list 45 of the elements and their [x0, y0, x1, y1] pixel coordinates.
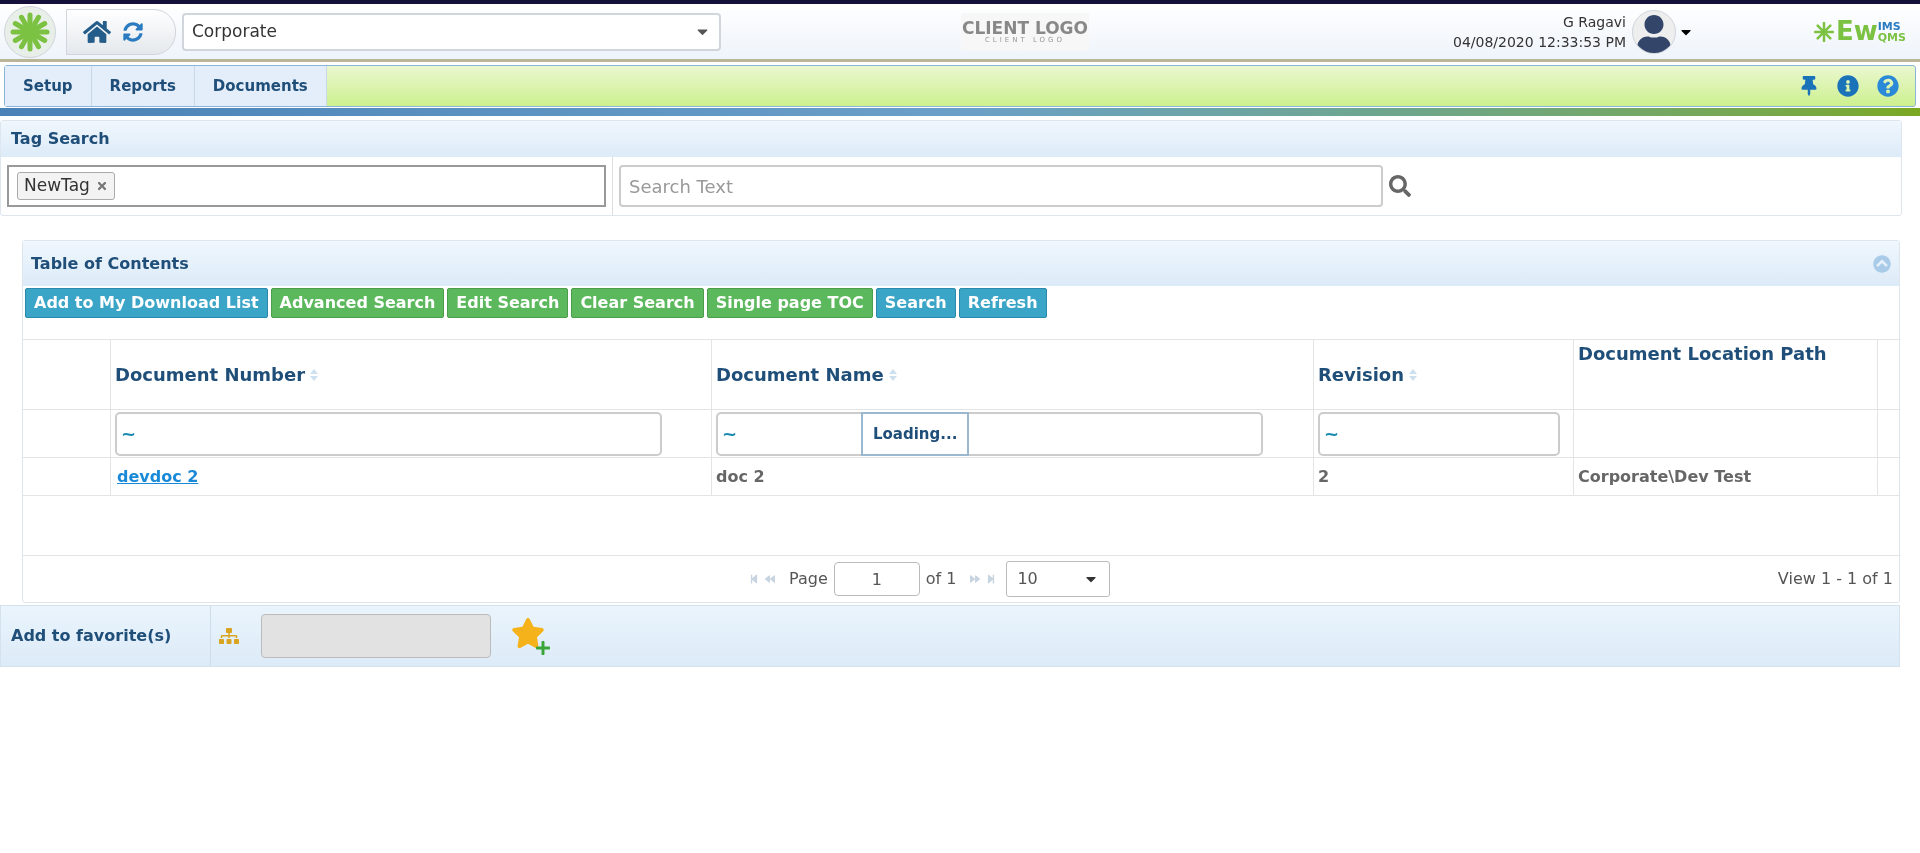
refresh-icon[interactable] [123, 21, 143, 42]
page-label: Page [789, 568, 828, 590]
table-cell-text: Corporate\Dev Test [1578, 465, 1752, 488]
pin-icon[interactable] [1799, 76, 1819, 96]
page-field[interactable]: 1 [833, 562, 920, 596]
add-favorite-icon[interactable] [511, 616, 551, 656]
favorites-label: Add to favorite(s) [11, 606, 211, 666]
help-icon[interactable] [1877, 75, 1899, 97]
tag-input-field[interactable]: NewTag [7, 165, 606, 207]
tag-chip[interactable]: NewTag [17, 172, 115, 200]
column-header[interactable]: Document Location Path [1578, 342, 1827, 366]
avatar-icon[interactable] [1632, 9, 1676, 54]
search-icon[interactable] [1389, 175, 1411, 197]
table-cell-text: doc 2 [716, 465, 765, 488]
first-page-icon[interactable] [749, 574, 759, 584]
date-time: 04/08/2020 12:33:53 PM [1453, 32, 1626, 52]
page-count: of 1 [925, 568, 957, 590]
folder-tree-icon[interactable] [219, 626, 239, 646]
user-name: G Ragavi [1563, 12, 1626, 32]
favorite-field[interactable] [261, 614, 491, 658]
filter-field[interactable]: ~ [1318, 411, 1560, 456]
column-header[interactable]: Revision [1318, 361, 1405, 388]
logo-icon [4, 5, 56, 58]
nav-tab[interactable]: Setup [5, 66, 92, 106]
panel-title: Tag Search [11, 128, 110, 150]
collapse-icon[interactable] [1873, 254, 1891, 273]
snowflake-icon [1814, 21, 1834, 42]
previous-page-icon[interactable] [765, 574, 775, 584]
panel-title: Table of Contents [31, 252, 189, 275]
page-size-select[interactable]: 10 [1006, 561, 1111, 597]
table-cell-text: 2 [1318, 465, 1330, 488]
nav-tab[interactable]: Reports [91, 66, 195, 106]
last-page-icon[interactable] [986, 574, 997, 584]
next-page-icon[interactable] [970, 574, 981, 584]
info-icon[interactable] [1837, 75, 1859, 97]
loading-indicator: Loading... [861, 412, 970, 456]
nav-tab[interactable]: Documents [194, 66, 327, 106]
document-link[interactable]: devdoc 2 [117, 464, 199, 489]
column-header[interactable]: Document Number [115, 361, 306, 388]
column-header[interactable]: Document Name [716, 361, 884, 388]
filter-field[interactable]: ~ [115, 411, 662, 456]
organization-select[interactable]: Corporate [182, 12, 721, 51]
record-summary: View 1 - 1 of 1 [1777, 568, 1893, 590]
search-field[interactable]: Search Text [619, 165, 1383, 207]
remove-icon[interactable] [95, 180, 108, 192]
